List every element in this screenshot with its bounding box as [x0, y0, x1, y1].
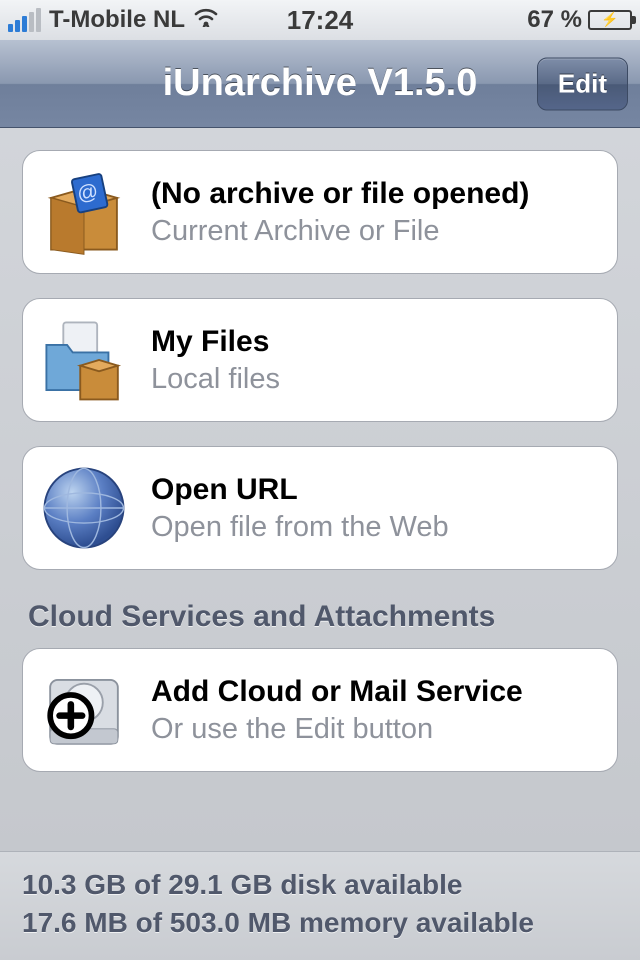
carrier-label: T-Mobile NL: [49, 6, 185, 34]
battery-icon: ⚡: [588, 10, 632, 30]
signal-bars-icon: [8, 8, 41, 32]
add-drive-icon: [37, 663, 131, 757]
archive-box-icon: @: [37, 165, 131, 259]
status-left: T-Mobile NL: [8, 6, 287, 34]
cell-subtitle: Or use the Edit button: [151, 713, 599, 746]
storage-footer: 10.3 GB of 29.1 GB disk available 17.6 M…: [0, 851, 640, 960]
nav-bar: iUnarchive V1.5.0 Edit: [0, 40, 640, 128]
open-url-cell[interactable]: Open URL Open file from the Web: [22, 446, 618, 570]
cell-title: Open URL: [151, 473, 599, 507]
my-files-cell[interactable]: My Files Local files: [22, 298, 618, 422]
cell-subtitle: Current Archive or File: [151, 215, 599, 248]
current-archive-cell[interactable]: @ (No archive or file opened) Current Ar…: [22, 150, 618, 274]
app-title: iUnarchive V1.5.0: [163, 62, 478, 105]
add-cloud-service-cell[interactable]: Add Cloud or Mail Service Or use the Edi…: [22, 648, 618, 772]
cell-title: My Files: [151, 325, 599, 359]
folder-box-icon: [37, 313, 131, 407]
wifi-icon: [193, 7, 219, 33]
status-right: 67 % ⚡: [353, 6, 632, 34]
status-time: 17:24: [287, 5, 354, 36]
globe-icon: [37, 461, 131, 555]
edit-button[interactable]: Edit: [537, 57, 628, 110]
memory-available-label: 17.6 MB of 503.0 MB memory available: [22, 904, 618, 942]
battery-percent: 67 %: [527, 6, 582, 34]
cell-title: (No archive or file opened): [151, 177, 599, 211]
cell-subtitle: Open file from the Web: [151, 511, 599, 544]
cell-subtitle: Local files: [151, 363, 599, 396]
disk-available-label: 10.3 GB of 29.1 GB disk available: [22, 866, 618, 904]
cell-title: Add Cloud or Mail Service: [151, 675, 599, 709]
content-area: @ (No archive or file opened) Current Ar…: [0, 128, 640, 851]
cloud-section-header: Cloud Services and Attachments: [28, 600, 612, 634]
status-bar: T-Mobile NL 17:24 67 % ⚡: [0, 0, 640, 40]
